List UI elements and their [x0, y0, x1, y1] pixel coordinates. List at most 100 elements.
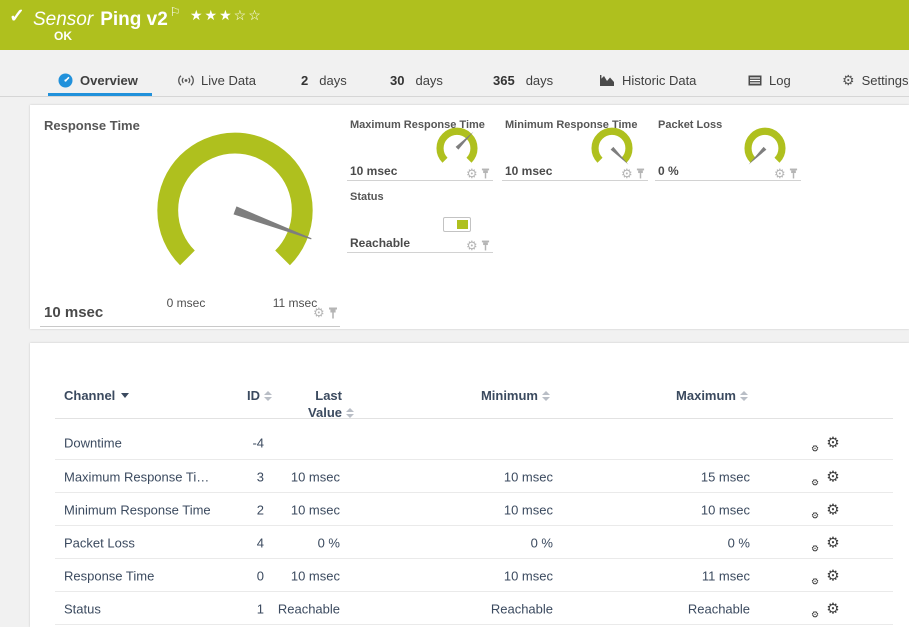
tab-number: 365: [493, 73, 515, 88]
pin-icon[interactable]: [789, 168, 798, 179]
tab-number: 2: [301, 73, 308, 88]
channel-last-value: 10 msec: [270, 469, 340, 484]
pin-icon[interactable]: [481, 168, 490, 179]
tab-30-days[interactable]: 30 days: [390, 66, 443, 94]
channel-last-value: 0 %: [270, 535, 340, 550]
channel-minimum: 0 %: [430, 535, 553, 550]
channel-settings-icon[interactable]: ⚙⚙: [816, 535, 850, 550]
tab-historic-data[interactable]: Historic Data: [600, 66, 696, 94]
tile-value: 10 msec: [350, 164, 397, 178]
table-row[interactable]: Downtime -4 ⚙⚙: [30, 418, 909, 460]
tile-separator: [347, 180, 493, 181]
tile-actions: ⚙: [621, 167, 645, 180]
column-header-id[interactable]: ID: [216, 388, 272, 403]
channel-maximum: Reachable: [630, 601, 750, 616]
column-label: ID: [247, 388, 260, 403]
tab-label: days: [319, 73, 346, 88]
table-row[interactable]: Maximum Response Ti… 3 10 msec 10 msec 1…: [30, 460, 909, 493]
column-header-minimum[interactable]: Minimum: [430, 388, 550, 403]
flag-icon[interactable]: ⚐: [170, 5, 181, 19]
tile-packet-loss: Packet Loss 0 % ⚙: [658, 119, 803, 183]
channel-id: 2: [216, 502, 264, 517]
channel-settings-icon[interactable]: ⚙⚙: [816, 436, 850, 451]
tile-status: Status Reachable ⚙: [350, 191, 495, 255]
tile-maximum-response-time: Maximum Response Time 10 msec ⚙: [350, 119, 495, 183]
tab-log[interactable]: Log: [748, 66, 791, 94]
column-header-channel[interactable]: Channel: [64, 388, 129, 403]
gear-icon: ⚙: [811, 511, 819, 520]
priority-rating[interactable]: ★★★☆☆: [190, 7, 263, 24]
column-header-maximum[interactable]: Maximum: [630, 388, 748, 403]
tile-actions: ⚙: [774, 167, 798, 180]
tab-overview[interactable]: Overview: [58, 66, 138, 94]
tabbar-divider: [0, 96, 909, 97]
channel-last-value: 10 msec: [270, 568, 340, 583]
tab-live-data[interactable]: Live Data: [178, 66, 256, 94]
main-gauge-actions: ⚙: [313, 306, 338, 319]
sensor-status-badge: OK: [54, 29, 72, 43]
tab-settings[interactable]: ⚙ Settings: [842, 66, 909, 94]
channel-last-value: Reachable: [270, 601, 340, 616]
gear-icon: ⚙: [826, 435, 839, 452]
pin-icon[interactable]: [636, 168, 645, 179]
gauges-panel: Response Time 0 msec 11 msec 10 msec ⚙ M…: [30, 105, 909, 329]
channel-maximum: 0 %: [630, 535, 750, 550]
tab-label: days: [526, 73, 553, 88]
gear-icon: ⚙: [826, 501, 839, 518]
gear-icon: ⚙: [826, 600, 839, 617]
tile-title: Status: [350, 191, 384, 203]
tile-separator: [655, 180, 801, 181]
prtg-sensor-page: ✓ SensorPing v2⚐ ★★★☆☆ OK Overview Live …: [0, 0, 909, 627]
tab-365-days[interactable]: 365 days: [493, 66, 553, 94]
channel-settings-icon[interactable]: ⚙⚙: [816, 601, 850, 616]
channel-settings-icon[interactable]: ⚙⚙: [816, 469, 850, 484]
channel-settings-icon[interactable]: ⚙⚙: [816, 568, 850, 583]
tile-value: Reachable: [350, 236, 410, 250]
channel-id: 0: [216, 568, 264, 583]
sort-desc-icon: [121, 393, 129, 398]
channel-minimum: 10 msec: [430, 568, 553, 583]
channel-maximum: 11 msec: [630, 568, 750, 583]
gear-icon: ⚙: [811, 544, 819, 553]
main-gauge-title: Response Time: [44, 118, 140, 133]
status-ok-check-icon: ✓: [9, 5, 25, 28]
tab-label: Settings: [862, 73, 909, 88]
table-row[interactable]: Status 1 Reachable Reachable Reachable ⚙…: [30, 592, 909, 625]
tab-2-days[interactable]: 2 days: [301, 66, 347, 94]
settings-icon: ⚙: [842, 73, 855, 87]
gear-icon: ⚙: [826, 567, 839, 584]
pin-icon[interactable]: [481, 240, 490, 251]
channel-minimum: 10 msec: [430, 502, 553, 517]
gear-icon: ⚙: [826, 468, 839, 485]
tile-actions: ⚙: [466, 239, 490, 252]
tab-label: Historic Data: [622, 73, 696, 88]
tab-label: Live Data: [201, 73, 256, 88]
column-label: Last: [270, 388, 354, 403]
gear-icon[interactable]: ⚙: [466, 167, 478, 180]
tile-separator: [347, 252, 493, 253]
channel-settings-icon[interactable]: ⚙⚙: [816, 502, 850, 517]
gear-icon: ⚙: [811, 577, 819, 586]
sensor-title: SensorPing v2⚐: [33, 5, 181, 31]
sort-icon: [740, 391, 748, 401]
channel-id: 3: [216, 469, 264, 484]
gear-icon[interactable]: ⚙: [313, 306, 325, 319]
log-icon: [748, 75, 762, 86]
column-header-last-value[interactable]: Last Value: [270, 388, 354, 420]
channel-rows: Downtime -4 ⚙⚙ Maximum Response Ti… 3 10…: [30, 418, 909, 625]
table-row[interactable]: Minimum Response Time 2 10 msec 10 msec …: [30, 493, 909, 526]
table-row[interactable]: Packet Loss 4 0 % 0 % 0 % ⚙⚙: [30, 526, 909, 559]
table-row[interactable]: Response Time 0 10 msec 10 msec 11 msec …: [30, 559, 909, 592]
gear-icon[interactable]: ⚙: [466, 239, 478, 252]
gear-icon: ⚙: [811, 478, 819, 487]
sensor-header: ✓ SensorPing v2⚐ ★★★☆☆ OK: [0, 0, 909, 50]
gear-icon[interactable]: ⚙: [621, 167, 633, 180]
gear-icon[interactable]: ⚙: [774, 167, 786, 180]
tile-actions: ⚙: [466, 167, 490, 180]
status-toggle-knob: [457, 220, 468, 229]
channels-panel: Channel ID Last Value Minimum Maximum Do…: [30, 343, 909, 627]
channel-id: -4: [216, 436, 264, 451]
pin-icon[interactable]: [328, 307, 338, 319]
tile-value: 10 msec: [505, 164, 552, 178]
gauge-icon: [58, 73, 73, 88]
